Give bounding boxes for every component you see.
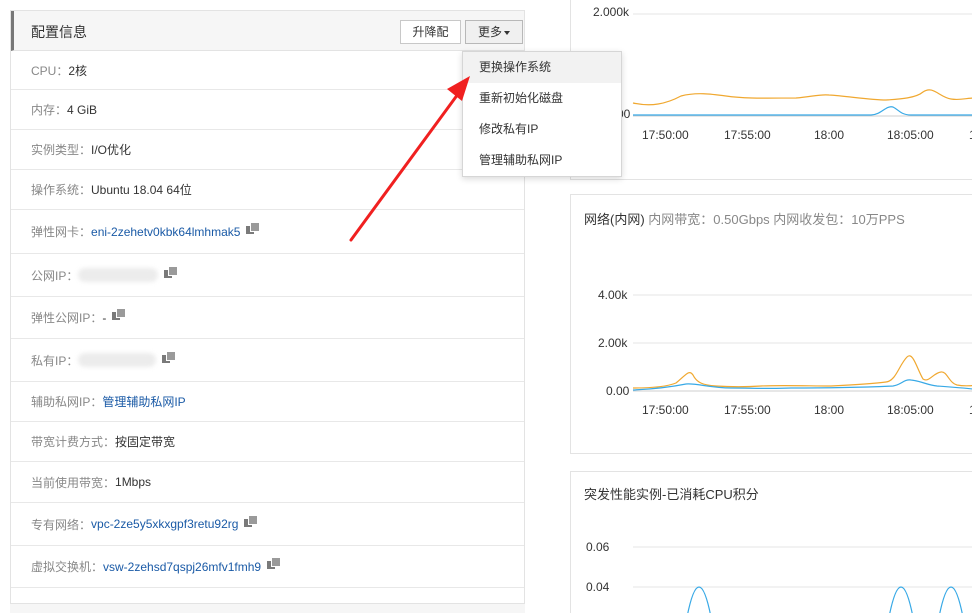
series-blue-line <box>632 379 972 391</box>
vswitch-label: 虚拟交换机： <box>31 560 104 574</box>
copy-icon[interactable] <box>267 558 281 569</box>
x-tick-label: 17:50:00 <box>642 403 689 417</box>
copy-icon[interactable] <box>112 309 126 320</box>
y-tick-label: 4.00k <box>598 288 628 302</box>
series-orange-line <box>632 355 972 389</box>
manage-secondary-ip-link[interactable]: 管理辅助私网IP <box>102 393 185 410</box>
os-value: Ubuntu 18.04 64位 <box>91 183 192 197</box>
row-billing: 带宽计费方式： 按固定带宽 <box>11 422 524 462</box>
series-blue-spike <box>939 586 963 613</box>
public-ip-redacted <box>78 268 159 282</box>
eip-value: - <box>102 310 107 325</box>
chart-top-plot <box>632 13 972 117</box>
menu-item-manage-secondary-ip[interactable]: 管理辅助私网IP <box>463 145 621 176</box>
cpu-label: CPU： <box>31 63 69 78</box>
vpc-link[interactable]: vpc-2ze5y5xkxgpf3retu92rg <box>91 517 238 531</box>
row-memory: 内存： 4 GiB <box>11 90 524 130</box>
row-os: 操作系统： Ubuntu 18.04 64位 <box>11 170 524 210</box>
memory-label: 内存： <box>31 103 68 117</box>
series-blue-spike <box>687 586 711 613</box>
x-tick-label: 18:05:00 <box>887 403 934 417</box>
secondary-ip-label: 辅助私网IP： <box>31 395 103 409</box>
series-blue-spike <box>889 586 913 613</box>
chart-card-burst: 突发性能实例-已消耗CPU积分 0.06 0.04 <box>570 471 972 613</box>
copy-icon[interactable] <box>164 266 178 278</box>
series-blue-line <box>633 106 972 116</box>
chart-card-top: 2.000k 0.00 17:50:00 17:55:00 18:00 18:0… <box>570 0 972 180</box>
next-panel-header <box>10 603 525 613</box>
vpc-label: 专有网络： <box>31 517 92 532</box>
upgrade-button[interactable]: 升降配 <box>400 20 461 44</box>
caret-down-icon <box>504 30 510 35</box>
os-label: 操作系统： <box>31 183 92 197</box>
x-tick-label: 17:50:00 <box>642 128 689 142</box>
eni-label: 弹性网卡： <box>31 225 92 239</box>
row-cpu: CPU： 2核 <box>11 51 524 90</box>
eip-label: 弹性公网IP： <box>31 311 103 325</box>
y-tick-label: 0.00 <box>606 384 630 398</box>
row-vpc: 专有网络： vpc-2ze5y5xkxgpf3retu92rg <box>11 503 524 546</box>
y-tick-label: 0.06 <box>586 540 610 554</box>
x-tick-label: 18:05:00 <box>887 128 934 142</box>
series-orange-line <box>632 89 972 106</box>
more-dropdown-menu: 更换操作系统 重新初始化磁盘 修改私有IP 管理辅助私网IP <box>462 51 622 177</box>
config-panel-title: 配置信息 <box>31 24 87 40</box>
x-tick-label: 17:55:00 <box>724 128 771 142</box>
bandwidth-value: 1Mbps <box>115 475 152 489</box>
row-secondary-ip: 辅助私网IP： 管理辅助私网IP <box>11 382 524 422</box>
public-ip-label: 公网IP： <box>31 268 79 283</box>
eni-link[interactable]: eni-2zehetv0kbk64lmhmak5 <box>91 225 240 239</box>
row-eip: 弹性公网IP： - <box>11 297 524 339</box>
y-tick-label: 2.000k <box>593 5 630 19</box>
copy-icon[interactable] <box>162 351 176 363</box>
config-panel-header: 配置信息 升降配 更多 <box>11 11 524 51</box>
row-vswitch: 虚拟交换机： vsw-2zehsd7qspj26mfv1fmh9 <box>11 546 524 588</box>
copy-icon[interactable] <box>246 223 260 234</box>
instance-type-value: I/O优化 <box>91 143 132 157</box>
menu-item-modify-private-ip[interactable]: 修改私有IP <box>463 114 621 145</box>
y-tick-label: 0.04 <box>586 580 610 594</box>
private-ip-label: 私有IP： <box>31 353 79 368</box>
chart-card-network: 网络(内网) 内网带宽：0.50Gbps 内网收发包：10万PPS 4.00k … <box>570 194 972 454</box>
row-public-ip: 公网IP： <box>11 254 524 297</box>
row-eni: 弹性网卡： eni-2zehetv0kbk64lmhmak5 <box>11 210 524 254</box>
x-tick-label: 17:55:00 <box>724 403 771 417</box>
vswitch-link[interactable]: vsw-2zehsd7qspj26mfv1fmh9 <box>103 560 261 574</box>
bandwidth-label: 当前使用带宽： <box>31 475 116 490</box>
row-private-ip: 私有IP： <box>11 339 524 382</box>
memory-value: 4 GiB <box>67 102 98 117</box>
menu-item-change-os[interactable]: 更换操作系统 <box>463 52 621 83</box>
x-tick-label: 18:00 <box>814 403 845 417</box>
more-button[interactable]: 更多 <box>465 20 523 44</box>
menu-item-reinit-disk[interactable]: 重新初始化磁盘 <box>463 83 621 114</box>
y-tick-label: 2.00k <box>598 336 628 350</box>
row-instance-type: 实例类型： I/O优化 <box>11 130 524 170</box>
config-panel: 配置信息 升降配 更多 CPU： 2核 内存： 4 GiB 实例类型： I/O优化 操… <box>10 10 525 613</box>
private-ip-redacted <box>78 353 157 367</box>
cpu-value: 2核 <box>68 63 88 78</box>
copy-icon[interactable] <box>244 515 258 527</box>
x-tick-label: 18:00 <box>814 128 845 142</box>
billing-value: 按固定带宽 <box>115 435 176 449</box>
billing-label: 带宽计费方式： <box>31 435 116 449</box>
instance-type-label: 实例类型： <box>31 143 92 157</box>
row-bandwidth: 当前使用带宽： 1Mbps <box>11 462 524 503</box>
chart-burst-plot <box>633 546 972 613</box>
more-button-label: 更多 <box>477 25 502 39</box>
